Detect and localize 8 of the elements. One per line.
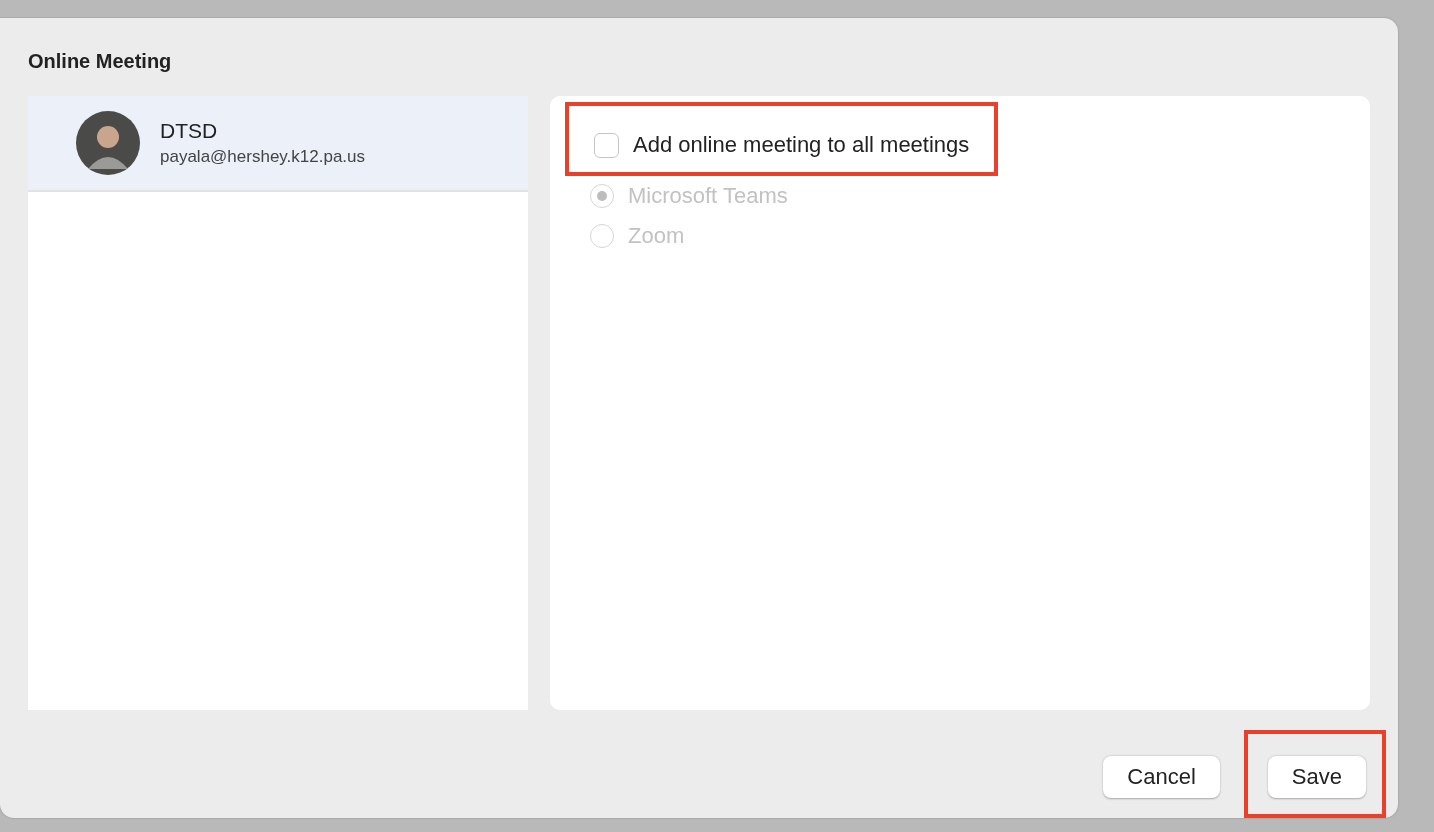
account-name: DTSD <box>160 119 219 144</box>
cancel-button[interactable]: Cancel <box>1103 756 1220 798</box>
avatar-icon <box>76 111 140 176</box>
dialog-title: Online Meeting <box>28 48 172 74</box>
save-button[interactable]: Save <box>1267 756 1366 798</box>
account-email: payala@hershey.k12.pa.us <box>160 147 365 168</box>
online-meeting-checkbox[interactable]: Add online meeting to all meetings <box>594 132 970 159</box>
account-item[interactable]: DTSD payala@hershey.k12.pa.us <box>28 96 528 193</box>
